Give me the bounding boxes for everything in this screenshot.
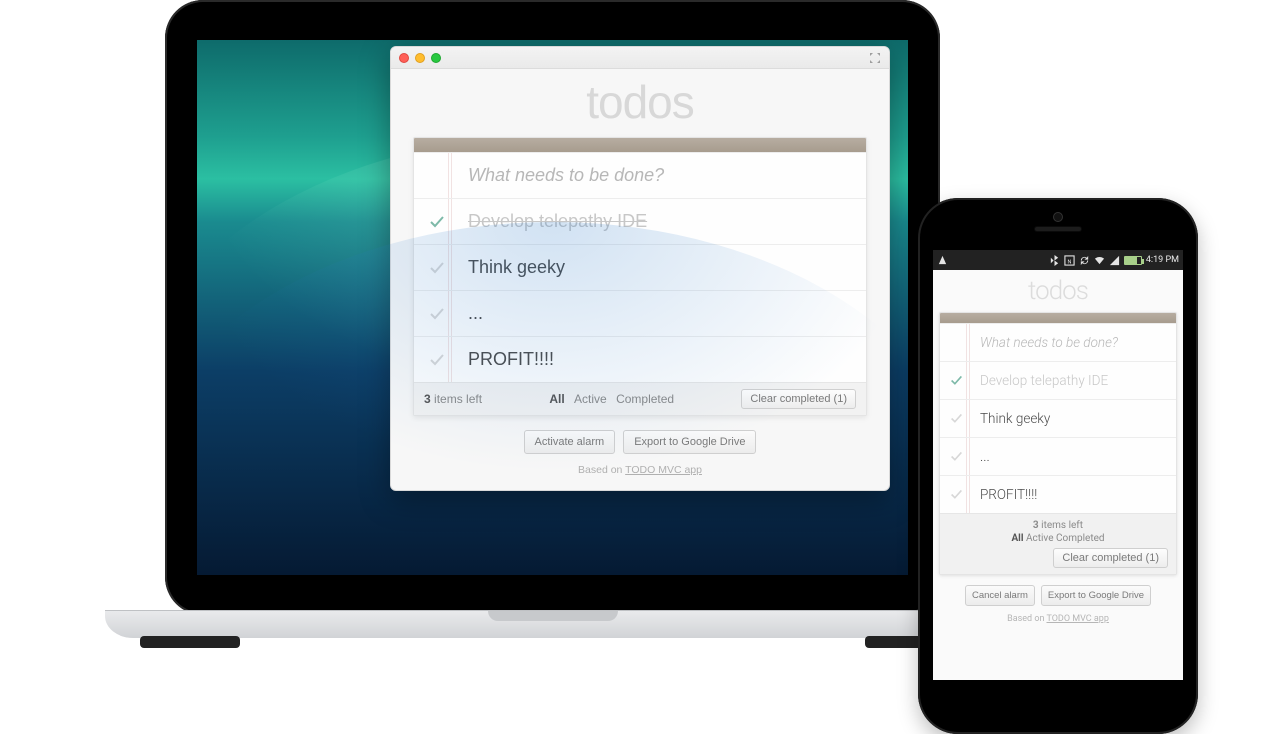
- phone-speaker: [1034, 226, 1082, 232]
- activate-alarm-button[interactable]: Activate alarm: [524, 430, 616, 454]
- filter-all[interactable]: All: [1011, 533, 1023, 544]
- todo-item-label[interactable]: Think geeky: [468, 257, 565, 278]
- clear-completed-button[interactable]: Clear completed (1): [1053, 548, 1168, 568]
- todo-item[interactable]: PROFIT!!!!: [940, 475, 1176, 513]
- cancel-alarm-button[interactable]: Cancel alarm: [965, 585, 1035, 606]
- todomvc-link[interactable]: TODO MVC app: [625, 464, 702, 476]
- checkmark-icon[interactable]: [944, 450, 968, 463]
- todo-item-label[interactable]: ...: [468, 303, 483, 324]
- wifi-icon: [1094, 255, 1105, 266]
- sync-icon: [1079, 255, 1090, 266]
- items-left-count: 3 items left: [424, 392, 482, 406]
- action-row: Activate alarm Export to Google Drive: [413, 430, 867, 454]
- credit-line: Based on TODO MVC app: [939, 614, 1177, 624]
- checkmark-icon[interactable]: [944, 412, 968, 425]
- svg-text:N: N: [1067, 259, 1071, 265]
- todo-item-label[interactable]: ...: [980, 449, 990, 465]
- window-zoom-button[interactable]: [431, 53, 441, 63]
- filter-group: All Active Completed: [482, 392, 741, 406]
- todo-item-label[interactable]: Develop telepathy IDE: [980, 373, 1108, 389]
- app-title: todos: [939, 276, 1177, 306]
- todo-item-label[interactable]: Develop telepathy IDE: [468, 211, 647, 232]
- todo-item[interactable]: Develop telepathy IDE: [414, 198, 866, 244]
- checkmark-icon[interactable]: [422, 260, 452, 276]
- filter-completed[interactable]: Completed: [1056, 533, 1105, 544]
- credit-line: Based on TODO MVC app: [413, 464, 867, 476]
- card-header-strip: [414, 138, 866, 152]
- todo-item-label[interactable]: PROFIT!!!!: [468, 349, 554, 370]
- filter-active[interactable]: Active: [574, 392, 607, 406]
- phone-camera: [1053, 212, 1063, 222]
- todo-list-card: What needs to be done? Develop telepathy…: [413, 137, 867, 416]
- filter-group: All Active Completed: [948, 533, 1168, 544]
- phone-frame: N 4:19 PM todos What needs to be done?: [918, 198, 1198, 734]
- clear-completed-button[interactable]: Clear completed (1): [741, 389, 856, 409]
- android-status-bar: N 4:19 PM: [933, 250, 1183, 270]
- status-time: 4:19 PM: [1146, 255, 1179, 265]
- filter-active[interactable]: Active: [1026, 533, 1054, 544]
- todo-item[interactable]: ...: [414, 290, 866, 336]
- todomvc-link[interactable]: TODO MVC app: [1046, 614, 1108, 624]
- laptop-frame: todos What needs to be done? Develop tel: [105, 0, 1000, 680]
- window-close-button[interactable]: [399, 53, 409, 63]
- window-minimize-button[interactable]: [415, 53, 425, 63]
- filter-completed[interactable]: Completed: [616, 392, 674, 406]
- todo-item[interactable]: Think geeky: [940, 399, 1176, 437]
- new-todo-input[interactable]: What needs to be done?: [980, 335, 1118, 351]
- signal-icon: [1109, 255, 1120, 266]
- new-todo-input[interactable]: What needs to be done?: [468, 165, 664, 186]
- battery-icon: [1124, 256, 1142, 265]
- carrier-icon: [937, 255, 948, 266]
- window-titlebar[interactable]: [391, 47, 889, 69]
- action-row: Cancel alarm Export to Google Drive: [939, 585, 1177, 606]
- todo-item[interactable]: PROFIT!!!!: [414, 336, 866, 382]
- nfc-icon: N: [1064, 255, 1075, 266]
- phone-screen: N 4:19 PM todos What needs to be done?: [933, 250, 1183, 680]
- todo-item[interactable]: ...: [940, 437, 1176, 475]
- new-todo-row[interactable]: What needs to be done?: [414, 152, 866, 198]
- list-footer: 3 items left All Active Completed Clear …: [940, 513, 1176, 574]
- fullscreen-icon[interactable]: [869, 52, 881, 64]
- list-footer: 3 items left All Active Completed Clear …: [414, 382, 866, 415]
- app-title: todos: [413, 75, 867, 129]
- checkmark-icon[interactable]: [422, 352, 452, 368]
- new-todo-row[interactable]: What needs to be done?: [940, 323, 1176, 361]
- bluetooth-icon: [1049, 255, 1060, 266]
- filter-all[interactable]: All: [549, 392, 564, 406]
- items-left-count: 3 items left: [948, 520, 1168, 531]
- todo-item[interactable]: Develop telepathy IDE: [940, 361, 1176, 399]
- laptop-desktop-wallpaper: todos What needs to be done? Develop tel: [197, 40, 908, 575]
- export-gdrive-button[interactable]: Export to Google Drive: [1041, 585, 1151, 606]
- todo-list-card: What needs to be done? Develop telepathy…: [939, 312, 1177, 575]
- todo-item-label[interactable]: Think geeky: [980, 411, 1050, 427]
- todo-item[interactable]: Think geeky: [414, 244, 866, 290]
- laptop-base: [105, 610, 1000, 638]
- todo-item-label[interactable]: PROFIT!!!!: [980, 487, 1037, 503]
- laptop-foot: [140, 636, 240, 648]
- card-header-strip: [940, 313, 1176, 323]
- checkmark-icon[interactable]: [422, 306, 452, 322]
- checkmark-icon[interactable]: [944, 488, 968, 501]
- todos-app-window: todos What needs to be done? Develop tel: [390, 46, 890, 491]
- checkmark-icon[interactable]: [944, 374, 968, 387]
- export-gdrive-button[interactable]: Export to Google Drive: [623, 430, 756, 454]
